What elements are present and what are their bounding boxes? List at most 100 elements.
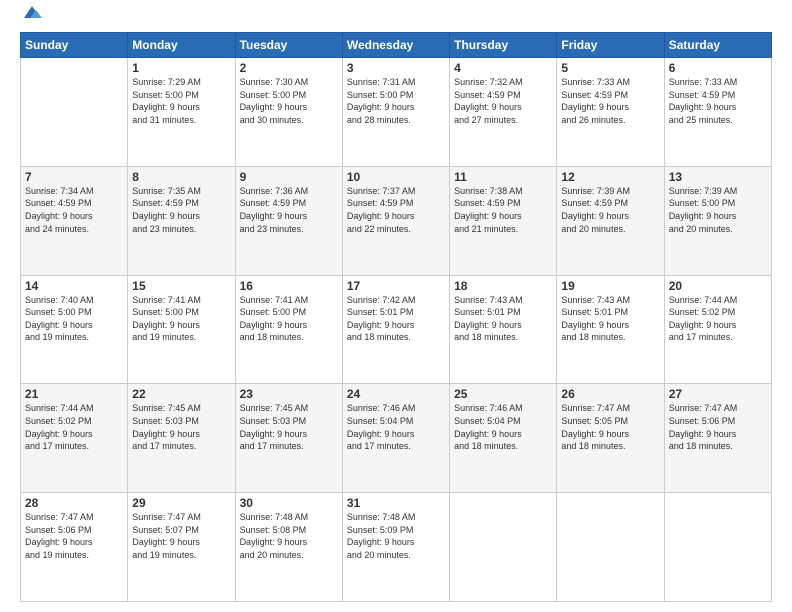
calendar-cell: 7Sunrise: 7:34 AMSunset: 4:59 PMDaylight… — [21, 166, 128, 275]
day-number: 28 — [25, 496, 123, 510]
calendar-cell — [557, 493, 664, 602]
calendar-cell: 26Sunrise: 7:47 AMSunset: 5:05 PMDayligh… — [557, 384, 664, 493]
calendar-cell: 14Sunrise: 7:40 AMSunset: 5:00 PMDayligh… — [21, 275, 128, 384]
day-number: 23 — [240, 387, 338, 401]
day-number: 19 — [561, 279, 659, 293]
page: SundayMondayTuesdayWednesdayThursdayFrid… — [0, 0, 792, 612]
calendar-cell: 17Sunrise: 7:42 AMSunset: 5:01 PMDayligh… — [342, 275, 449, 384]
day-info: Sunrise: 7:41 AMSunset: 5:00 PMDaylight:… — [132, 294, 230, 344]
day-number: 13 — [669, 170, 767, 184]
calendar-cell: 22Sunrise: 7:45 AMSunset: 5:03 PMDayligh… — [128, 384, 235, 493]
calendar-cell: 15Sunrise: 7:41 AMSunset: 5:00 PMDayligh… — [128, 275, 235, 384]
day-number: 2 — [240, 61, 338, 75]
day-info: Sunrise: 7:34 AMSunset: 4:59 PMDaylight:… — [25, 185, 123, 235]
calendar-cell: 27Sunrise: 7:47 AMSunset: 5:06 PMDayligh… — [664, 384, 771, 493]
calendar-cell: 2Sunrise: 7:30 AMSunset: 5:00 PMDaylight… — [235, 58, 342, 167]
calendar-cell: 8Sunrise: 7:35 AMSunset: 4:59 PMDaylight… — [128, 166, 235, 275]
day-info: Sunrise: 7:47 AMSunset: 5:07 PMDaylight:… — [132, 511, 230, 561]
day-number: 12 — [561, 170, 659, 184]
calendar-cell: 11Sunrise: 7:38 AMSunset: 4:59 PMDayligh… — [450, 166, 557, 275]
weekday-header: Wednesday — [342, 33, 449, 58]
day-info: Sunrise: 7:29 AMSunset: 5:00 PMDaylight:… — [132, 76, 230, 126]
calendar-cell: 23Sunrise: 7:45 AMSunset: 5:03 PMDayligh… — [235, 384, 342, 493]
day-number: 31 — [347, 496, 445, 510]
day-info: Sunrise: 7:33 AMSunset: 4:59 PMDaylight:… — [561, 76, 659, 126]
calendar-cell — [450, 493, 557, 602]
calendar-cell: 19Sunrise: 7:43 AMSunset: 5:01 PMDayligh… — [557, 275, 664, 384]
day-number: 9 — [240, 170, 338, 184]
day-number: 26 — [561, 387, 659, 401]
calendar-cell: 9Sunrise: 7:36 AMSunset: 4:59 PMDaylight… — [235, 166, 342, 275]
day-info: Sunrise: 7:47 AMSunset: 5:05 PMDaylight:… — [561, 402, 659, 452]
day-info: Sunrise: 7:40 AMSunset: 5:00 PMDaylight:… — [25, 294, 123, 344]
day-number: 30 — [240, 496, 338, 510]
day-info: Sunrise: 7:32 AMSunset: 4:59 PMDaylight:… — [454, 76, 552, 126]
day-info: Sunrise: 7:38 AMSunset: 4:59 PMDaylight:… — [454, 185, 552, 235]
day-info: Sunrise: 7:31 AMSunset: 5:00 PMDaylight:… — [347, 76, 445, 126]
weekday-header: Thursday — [450, 33, 557, 58]
day-info: Sunrise: 7:43 AMSunset: 5:01 PMDaylight:… — [561, 294, 659, 344]
day-number: 16 — [240, 279, 338, 293]
calendar-cell: 6Sunrise: 7:33 AMSunset: 4:59 PMDaylight… — [664, 58, 771, 167]
logo-icon — [22, 2, 42, 22]
day-info: Sunrise: 7:45 AMSunset: 5:03 PMDaylight:… — [132, 402, 230, 452]
calendar-cell: 28Sunrise: 7:47 AMSunset: 5:06 PMDayligh… — [21, 493, 128, 602]
day-info: Sunrise: 7:44 AMSunset: 5:02 PMDaylight:… — [25, 402, 123, 452]
calendar-cell: 5Sunrise: 7:33 AMSunset: 4:59 PMDaylight… — [557, 58, 664, 167]
day-number: 20 — [669, 279, 767, 293]
calendar-cell: 31Sunrise: 7:48 AMSunset: 5:09 PMDayligh… — [342, 493, 449, 602]
day-info: Sunrise: 7:36 AMSunset: 4:59 PMDaylight:… — [240, 185, 338, 235]
calendar-cell: 1Sunrise: 7:29 AMSunset: 5:00 PMDaylight… — [128, 58, 235, 167]
day-number: 10 — [347, 170, 445, 184]
day-info: Sunrise: 7:48 AMSunset: 5:09 PMDaylight:… — [347, 511, 445, 561]
day-number: 18 — [454, 279, 552, 293]
day-info: Sunrise: 7:43 AMSunset: 5:01 PMDaylight:… — [454, 294, 552, 344]
day-number: 21 — [25, 387, 123, 401]
calendar-cell: 21Sunrise: 7:44 AMSunset: 5:02 PMDayligh… — [21, 384, 128, 493]
day-number: 25 — [454, 387, 552, 401]
day-info: Sunrise: 7:47 AMSunset: 5:06 PMDaylight:… — [25, 511, 123, 561]
day-number: 22 — [132, 387, 230, 401]
weekday-header: Monday — [128, 33, 235, 58]
day-info: Sunrise: 7:30 AMSunset: 5:00 PMDaylight:… — [240, 76, 338, 126]
weekday-header: Sunday — [21, 33, 128, 58]
calendar-cell: 4Sunrise: 7:32 AMSunset: 4:59 PMDaylight… — [450, 58, 557, 167]
day-info: Sunrise: 7:46 AMSunset: 5:04 PMDaylight:… — [347, 402, 445, 452]
day-number: 15 — [132, 279, 230, 293]
calendar-cell: 10Sunrise: 7:37 AMSunset: 4:59 PMDayligh… — [342, 166, 449, 275]
calendar-cell: 29Sunrise: 7:47 AMSunset: 5:07 PMDayligh… — [128, 493, 235, 602]
day-info: Sunrise: 7:45 AMSunset: 5:03 PMDaylight:… — [240, 402, 338, 452]
day-number: 8 — [132, 170, 230, 184]
calendar-cell: 16Sunrise: 7:41 AMSunset: 5:00 PMDayligh… — [235, 275, 342, 384]
day-info: Sunrise: 7:35 AMSunset: 4:59 PMDaylight:… — [132, 185, 230, 235]
day-info: Sunrise: 7:42 AMSunset: 5:01 PMDaylight:… — [347, 294, 445, 344]
day-info: Sunrise: 7:33 AMSunset: 4:59 PMDaylight:… — [669, 76, 767, 126]
calendar-cell: 20Sunrise: 7:44 AMSunset: 5:02 PMDayligh… — [664, 275, 771, 384]
calendar-cell: 18Sunrise: 7:43 AMSunset: 5:01 PMDayligh… — [450, 275, 557, 384]
day-number: 6 — [669, 61, 767, 75]
day-number: 3 — [347, 61, 445, 75]
calendar-cell: 12Sunrise: 7:39 AMSunset: 4:59 PMDayligh… — [557, 166, 664, 275]
calendar-table: SundayMondayTuesdayWednesdayThursdayFrid… — [20, 32, 772, 602]
calendar-cell: 30Sunrise: 7:48 AMSunset: 5:08 PMDayligh… — [235, 493, 342, 602]
weekday-header: Friday — [557, 33, 664, 58]
day-number: 29 — [132, 496, 230, 510]
day-info: Sunrise: 7:39 AMSunset: 4:59 PMDaylight:… — [561, 185, 659, 235]
logo — [20, 16, 42, 22]
day-info: Sunrise: 7:37 AMSunset: 4:59 PMDaylight:… — [347, 185, 445, 235]
day-info: Sunrise: 7:41 AMSunset: 5:00 PMDaylight:… — [240, 294, 338, 344]
day-number: 7 — [25, 170, 123, 184]
day-number: 14 — [25, 279, 123, 293]
calendar-cell — [21, 58, 128, 167]
day-info: Sunrise: 7:44 AMSunset: 5:02 PMDaylight:… — [669, 294, 767, 344]
day-number: 27 — [669, 387, 767, 401]
calendar-cell: 24Sunrise: 7:46 AMSunset: 5:04 PMDayligh… — [342, 384, 449, 493]
header — [20, 16, 772, 22]
day-number: 1 — [132, 61, 230, 75]
day-number: 17 — [347, 279, 445, 293]
day-info: Sunrise: 7:47 AMSunset: 5:06 PMDaylight:… — [669, 402, 767, 452]
calendar-cell: 25Sunrise: 7:46 AMSunset: 5:04 PMDayligh… — [450, 384, 557, 493]
day-info: Sunrise: 7:46 AMSunset: 5:04 PMDaylight:… — [454, 402, 552, 452]
calendar-cell — [664, 493, 771, 602]
day-info: Sunrise: 7:39 AMSunset: 5:00 PMDaylight:… — [669, 185, 767, 235]
